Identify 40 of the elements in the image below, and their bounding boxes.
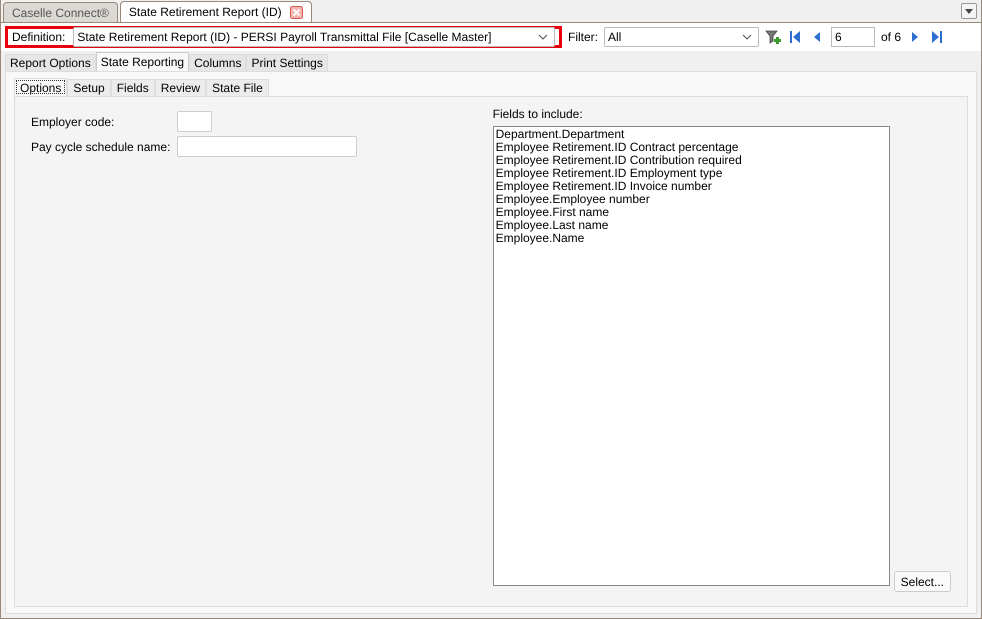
list-item[interactable]: Employee Retirement.ID Employment type [496, 167, 887, 180]
list-item[interactable]: Employee Retirement.ID Contract percentage [496, 141, 887, 154]
tab[interactable]: State Reporting [96, 52, 190, 71]
list-label: Fields to include: [492, 107, 584, 121]
fields-list[interactable] [492, 126, 890, 586]
caret-icon [965, 8, 973, 14]
field-label: Employer code: [31, 114, 116, 128]
tab[interactable]: Columns [189, 54, 246, 71]
definition-dropdown[interactable]: State Retirement Report (ID) - PERSI Payroll Transmittal File [Caselle Master] [73, 27, 555, 47]
filter-label: Filter: [568, 30, 598, 44]
tab[interactable]: Report Options [5, 54, 96, 71]
close-icon[interactable] [290, 6, 303, 18]
list-item[interactable]: Employee Retirement.ID Contribution required [496, 154, 887, 167]
add-filter-icon[interactable] [765, 29, 781, 45]
list-item[interactable]: Employee.Last name [496, 219, 887, 232]
input-field[interactable] [177, 136, 357, 157]
tab[interactable]: Print Settings [246, 54, 328, 71]
list-item[interactable]: Employee.Employee number [496, 193, 887, 206]
list-item[interactable]: Department.Department [496, 128, 887, 141]
document-tab[interactable]: Caselle Connect® [3, 2, 118, 22]
definition-label: Definition: [12, 30, 66, 44]
tab[interactable]: Setup [67, 79, 111, 96]
list-item[interactable]: Employee.First name [496, 206, 887, 219]
record-count: of 6 [881, 30, 902, 44]
select-button[interactable]: Select... [894, 571, 951, 592]
field-label: Pay cycle schedule name: [31, 140, 172, 154]
dropdown-icon [742, 34, 752, 40]
tab[interactable]: Options [14, 78, 68, 96]
list-item[interactable]: Employee.Name [496, 232, 887, 245]
first-record-icon[interactable] [787, 29, 803, 45]
tab[interactable]: Review [154, 79, 206, 96]
dropdown-icon [538, 34, 548, 40]
record-number-field[interactable]: 6 [831, 27, 875, 47]
input-field[interactable] [177, 111, 212, 132]
list-item[interactable]: Employee Retirement.ID Invoice number [496, 180, 887, 193]
document-tab[interactable]: State Retirement Report (ID) [120, 1, 312, 22]
tab[interactable]: State File [206, 79, 269, 96]
menu-button[interactable] [961, 3, 977, 19]
tab[interactable]: Fields [110, 79, 155, 96]
filter-dropdown[interactable]: All [604, 27, 759, 47]
